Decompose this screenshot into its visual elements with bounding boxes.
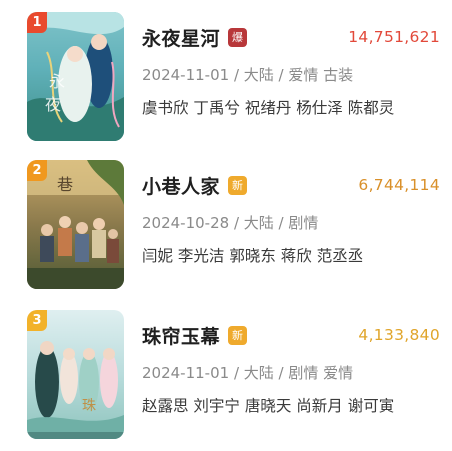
release-info: 2024-11-01 / 大陆 / 爱情 古装 [142,66,354,84]
view-count: 6,744,114 [358,176,440,194]
rank-badge: 2 [27,160,47,181]
release-info: 2024-10-28 / 大陆 / 剧情 [142,214,319,232]
ranking-item-1[interactable]: 永 夜 1 永夜星河 爆 14,751,621 2024-11-01 / 大陆 … [0,12,452,152]
drama-ranking-list: 永 夜 1 永夜星河 爆 14,751,621 2024-11-01 / 大陆 … [0,0,452,451]
poster-2[interactable]: 巷 2 [27,160,124,289]
ranking-item-2[interactable]: 巷 2 小巷人家 新 6,744,114 2024-10-28 / 大陆 / 剧… [0,160,452,300]
rank-badge: 1 [27,12,47,33]
drama-title[interactable]: 珠帘玉幕 [142,322,220,349]
ranking-item-3[interactable]: 珠 3 珠帘玉幕 新 4,133,840 2024-11-01 / 大陆 / 剧… [0,310,452,450]
title-row: 珠帘玉幕 新 [142,320,248,350]
svg-text:夜: 夜 [45,95,61,114]
svg-text:巷: 巷 [57,175,73,194]
cast-list: 赵露思 刘宇宁 唐晓天 尚新月 谢可寅 [142,397,395,415]
svg-text:珠: 珠 [82,398,96,414]
poster-3[interactable]: 珠 3 [27,310,124,439]
poster-1[interactable]: 永 夜 1 [27,12,124,141]
view-count: 4,133,840 [358,326,440,344]
rank-badge: 3 [27,310,47,331]
release-info: 2024-11-01 / 大陆 / 剧情 爱情 [142,364,354,382]
title-row: 小巷人家 新 [142,170,248,200]
view-count: 14,751,621 [348,28,440,46]
drama-title[interactable]: 永夜星河 [142,24,220,51]
hot-badge: 爆 [228,27,248,47]
new-badge: 新 [228,175,248,195]
cast-list: 闫妮 李光洁 郭晓东 蒋欣 范丞丞 [142,247,364,265]
new-badge: 新 [228,325,248,345]
title-row: 永夜星河 爆 [142,22,248,52]
drama-title[interactable]: 小巷人家 [142,172,220,199]
svg-text:永: 永 [49,72,65,91]
cast-list: 虞书欣 丁禹兮 祝绪丹 杨仕泽 陈都灵 [142,99,395,117]
